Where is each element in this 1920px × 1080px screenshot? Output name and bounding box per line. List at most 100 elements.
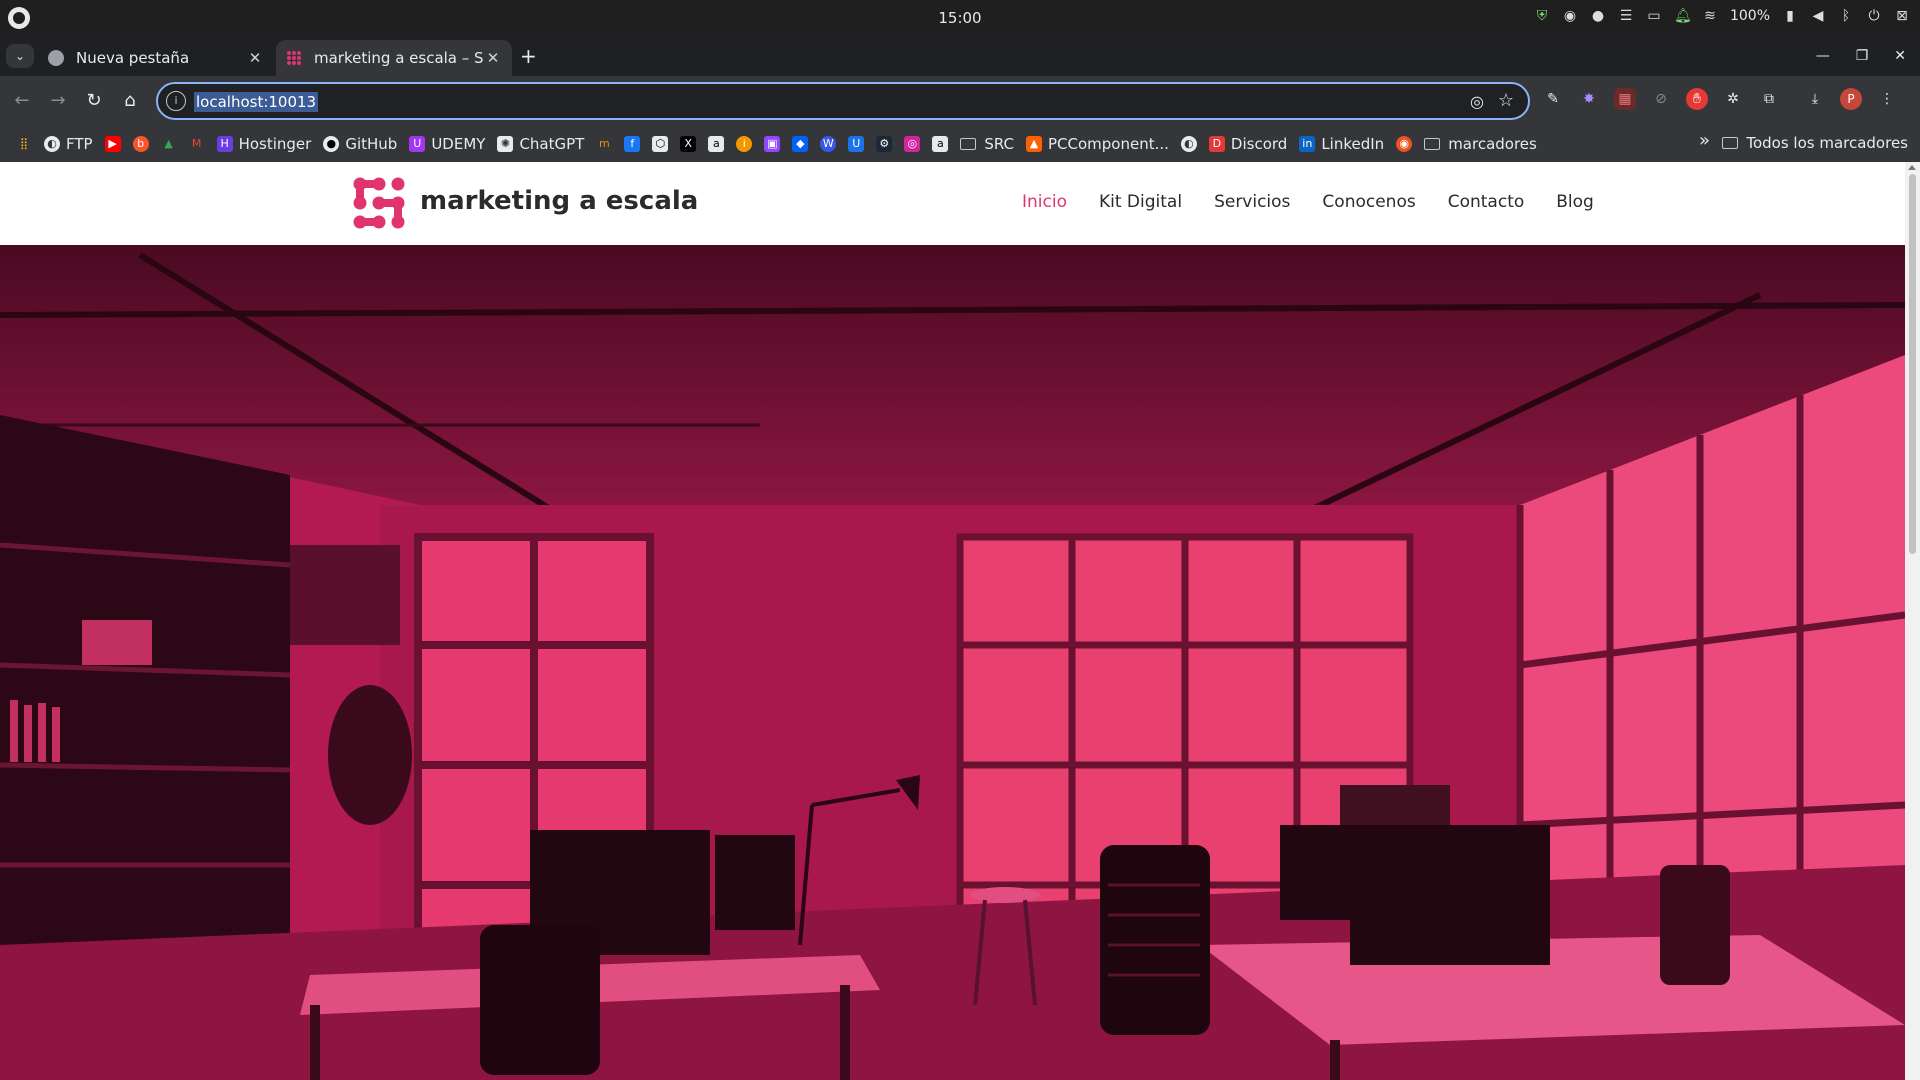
hostinger-icon: H — [216, 136, 233, 152]
site-favicon-icon — [286, 50, 302, 66]
orange-circle-icon[interactable]: i — [730, 130, 758, 158]
power-icon[interactable]: ⏻ — [1866, 8, 1882, 24]
bluetooth-icon[interactable]: ᛒ — [1838, 8, 1854, 24]
tab-new-tab[interactable]: Nueva pestaña ✕ — [38, 40, 274, 76]
brand-name[interactable]: marketing a escala — [420, 186, 698, 216]
download-icon[interactable]: ⤓ — [1804, 88, 1826, 110]
address-bar[interactable]: i localhost:10013 ◎ ☆ — [156, 82, 1530, 120]
gear-extension-icon[interactable]: ✸ — [1578, 88, 1600, 110]
back-button[interactable]: ← — [10, 89, 34, 113]
bookmark-pccomponentes[interactable]: ▲ PCComponent... — [1020, 130, 1175, 158]
browser-toolbar: ← → ↻ ⌂ i localhost:10013 ◎ ☆ ✎ ✸ ▦ ⊘ ✋︎… — [0, 76, 1920, 126]
facebook-icon[interactable]: f — [618, 130, 646, 158]
window-controls: — ❐ ✕ — [1816, 48, 1906, 64]
battery-percent[interactable]: 100% — [1730, 8, 1770, 24]
instagram-icon[interactable]: ◎ — [898, 130, 926, 158]
wordpress-icon[interactable]: W — [814, 130, 842, 158]
brand-logo-icon[interactable] — [352, 176, 406, 230]
x-icon[interactable]: X — [674, 130, 702, 158]
youtube-icon[interactable]: ▶ — [99, 130, 127, 158]
brave-icon[interactable]: b — [127, 130, 155, 158]
twitch-icon[interactable]: ▣ — [758, 130, 786, 158]
hand-extension-icon[interactable]: ✋︎ — [1686, 88, 1708, 110]
puzzle-icon[interactable]: ⧉ — [1758, 88, 1780, 110]
globe-icon: ◐ — [44, 136, 60, 152]
system-tray: ⛨ ◉ ● ☰ ▭ 🔔︎ ≋ 100% ▮ ◀ ᛒ ⏻ ⊠ — [1534, 8, 1910, 24]
window-icon[interactable]: ⊠ — [1894, 8, 1910, 24]
bookmark-folder-src[interactable]: SRC — [954, 130, 1020, 158]
restore-icon[interactable]: ❐ — [1856, 48, 1869, 64]
nav-link-servicios[interactable]: Servicios — [1214, 192, 1290, 212]
globe-bookmark-icon[interactable]: ◐ — [1175, 130, 1203, 158]
eye-off-icon[interactable]: ◎ — [1470, 92, 1484, 111]
bell-icon[interactable]: 🔔︎ — [1674, 8, 1692, 24]
nav-link-kit-digital[interactable]: Kit Digital — [1099, 192, 1182, 212]
gmail-icon[interactable]: M — [183, 130, 211, 158]
record-dot-icon[interactable]: ● — [1590, 8, 1606, 24]
nav-link-conocenos[interactable]: Conocenos — [1322, 192, 1415, 212]
steam-icon[interactable]: ⚙ — [870, 130, 898, 158]
bookmark-hostinger[interactable]: H Hostinger — [211, 130, 318, 158]
close-icon[interactable]: ✕ — [484, 49, 502, 67]
amazon-icon[interactable]: a — [926, 130, 954, 158]
tab-search-button[interactable]: ⌄ — [6, 44, 34, 68]
tab-marketing-a-escala[interactable]: marketing a escala – So ✕ — [276, 40, 512, 76]
forward-button[interactable]: → — [46, 89, 70, 113]
u-icon[interactable]: U — [842, 130, 870, 158]
page-scrollbar[interactable] — [1905, 162, 1920, 1080]
bookmark-udemy[interactable]: U UDEMY — [403, 130, 491, 158]
pccomponentes-icon: ▲ — [1026, 136, 1042, 152]
adobe-icon[interactable]: a — [702, 130, 730, 158]
nav-link-contacto[interactable]: Contacto — [1448, 192, 1525, 212]
chatgpt-icon: ✺ — [497, 136, 514, 152]
minimize-icon[interactable]: — — [1816, 48, 1830, 64]
volume-icon[interactable]: ◀ — [1810, 8, 1826, 24]
tab-strip: ⌄ Nueva pestaña ✕ marketing a escala – S… — [0, 36, 1920, 76]
dropbox-icon[interactable]: ◆ — [786, 130, 814, 158]
scroll-up-arrow-icon[interactable] — [1908, 165, 1916, 170]
url-text[interactable]: localhost:10013 — [194, 92, 319, 112]
kebab-menu-icon[interactable]: ⋮ — [1876, 88, 1898, 110]
site-info-icon[interactable]: i — [166, 91, 186, 111]
bookmark-star-icon[interactable]: ☆ — [1498, 90, 1514, 111]
shield-icon[interactable]: ⛨ — [1534, 8, 1550, 24]
wifi-icon[interactable]: ≋ — [1702, 8, 1718, 24]
scrollbar-thumb[interactable] — [1909, 174, 1916, 554]
folder-icon — [1424, 138, 1441, 150]
bookmark-ftp[interactable]: ◐ FTP — [38, 130, 99, 158]
hero-office-image — [0, 245, 1905, 1080]
bookmark-linkedin[interactable]: in LinkedIn — [1293, 130, 1390, 158]
bookmark-discord[interactable]: D Discord — [1203, 130, 1293, 158]
new-tab-button[interactable]: + — [520, 46, 537, 66]
drive-icon[interactable]: ▲ — [155, 130, 183, 158]
apps-grid-icon[interactable]: ⣿ — [10, 130, 38, 158]
bug-extension-icon[interactable]: ✲ — [1722, 88, 1744, 110]
clipboard-icon[interactable]: ▭ — [1646, 8, 1662, 24]
linkedin-icon: in — [1299, 136, 1316, 152]
menu-lines-icon[interactable]: ☰ — [1618, 8, 1634, 24]
m-icon[interactable]: m — [590, 130, 618, 158]
check-extension-icon[interactable]: ⊘ — [1650, 88, 1672, 110]
extensions-area: ✎ ✸ ▦ ⊘ ✋︎ ✲ ⧉ ⤓ P ⋮ — [1542, 88, 1898, 110]
nav-link-blog[interactable]: Blog — [1556, 192, 1594, 212]
battery-icon[interactable]: ▮ — [1782, 8, 1798, 24]
tab-title: Nueva pestaña — [76, 49, 190, 67]
home-button[interactable]: ⌂ — [118, 89, 142, 113]
nvidia-icon[interactable]: ◉ — [1562, 8, 1578, 24]
hex-icon[interactable]: ⬡ — [646, 130, 674, 158]
more-bookmarks-chevron-icon[interactable]: » — [1699, 130, 1710, 151]
all-bookmarks-folder[interactable]: Todos los marcadores — [1722, 134, 1908, 152]
bookmark-chatgpt[interactable]: ✺ ChatGPT — [491, 130, 590, 158]
bookmark-folder-marcadores[interactable]: marcadores — [1418, 130, 1543, 158]
github-icon: ● — [323, 136, 340, 152]
bookmark-github[interactable]: ● GitHub — [317, 130, 403, 158]
pen-extension-icon[interactable]: ✎ — [1542, 88, 1564, 110]
close-icon[interactable]: ✕ — [246, 49, 264, 67]
nav-link-inicio[interactable]: Inicio — [1022, 192, 1067, 212]
profile-avatar[interactable]: P — [1840, 88, 1862, 110]
grid-extension-icon[interactable]: ▦ — [1614, 88, 1636, 110]
reload-button[interactable]: ↻ — [82, 89, 106, 113]
udemy-icon: U — [409, 136, 426, 152]
ubuntu-icon[interactable]: ◉ — [1390, 130, 1418, 158]
window-close-icon[interactable]: ✕ — [1894, 48, 1906, 64]
